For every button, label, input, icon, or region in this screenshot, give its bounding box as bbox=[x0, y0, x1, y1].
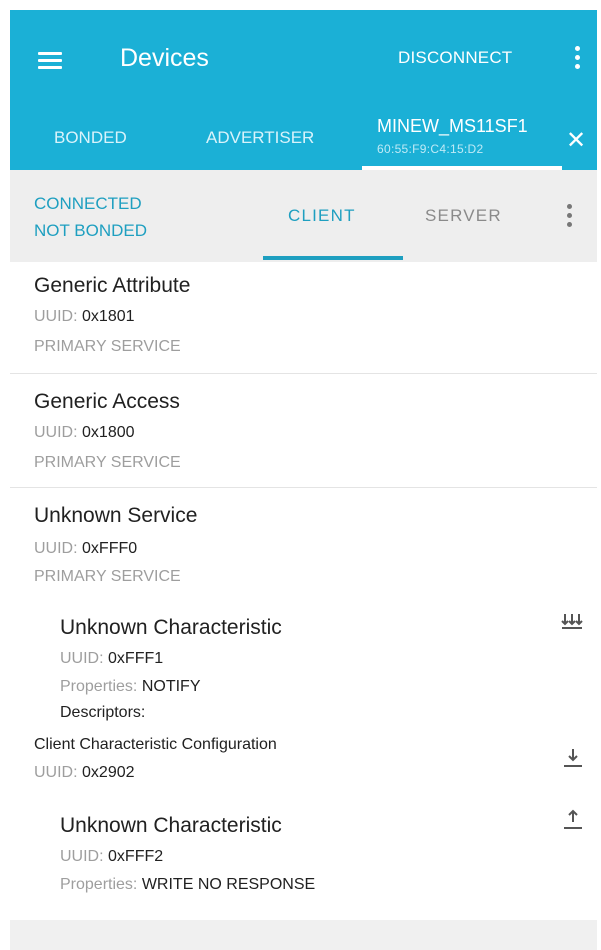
tab-client[interactable]: CLIENT bbox=[288, 206, 356, 226]
characteristic-properties: Properties: WRITE NO RESPONSE bbox=[60, 876, 315, 894]
device-mac: 60:55:F9:C4:15:D2 bbox=[377, 142, 484, 156]
service-uuid: UUID: 0x1800 bbox=[34, 424, 135, 442]
uuid-value: 0x1801 bbox=[82, 308, 135, 325]
uuid-value: 0xFFF2 bbox=[108, 848, 164, 865]
uuid-label: UUID: bbox=[34, 540, 78, 557]
properties-value: WRITE NO RESPONSE bbox=[141, 876, 316, 893]
characteristic-name: Unknown Characteristic bbox=[60, 616, 282, 639]
service-uuid: UUID: 0xFFF0 bbox=[34, 540, 137, 558]
app-bar: Devices DISCONNECT bbox=[10, 10, 597, 108]
connection-bar: CONNECTED NOT BONDED CLIENT SERVER bbox=[10, 170, 597, 262]
service-item[interactable]: Generic Attribute UUID: 0x1801 PRIMARY S… bbox=[10, 262, 597, 374]
uuid-label: UUID: bbox=[60, 848, 104, 865]
uuid-value: 0x2902 bbox=[82, 764, 135, 781]
client-tab-indicator bbox=[263, 256, 403, 260]
descriptors-label: Descriptors: bbox=[60, 704, 146, 721]
uuid-value: 0xFFF1 bbox=[108, 650, 164, 667]
tab-bonded[interactable]: BONDED bbox=[54, 128, 127, 148]
tab-server[interactable]: SERVER bbox=[425, 206, 502, 226]
properties-label: Properties: bbox=[60, 678, 138, 695]
tab-advertiser[interactable]: ADVERTISER bbox=[206, 128, 314, 148]
connection-status: CONNECTED NOT BONDED bbox=[34, 190, 147, 244]
uuid-label: UUID: bbox=[34, 764, 78, 781]
more-vert-icon[interactable] bbox=[567, 204, 573, 230]
service-item[interactable]: Unknown Service UUID: 0xFFF0 PRIMARY SER… bbox=[10, 488, 597, 918]
page-title: Devices bbox=[120, 44, 209, 72]
service-uuid: UUID: 0x1801 bbox=[34, 308, 135, 326]
notify-multiple-icon[interactable] bbox=[560, 612, 584, 630]
characteristic-name: Unknown Characteristic bbox=[60, 814, 282, 837]
uuid-label: UUID: bbox=[34, 308, 78, 325]
service-type: PRIMARY SERVICE bbox=[34, 454, 181, 471]
service-name: Generic Attribute bbox=[34, 274, 191, 297]
descriptor-uuid: UUID: 0x2902 bbox=[34, 764, 135, 782]
uuid-value: 0x1800 bbox=[82, 424, 135, 441]
close-icon[interactable]: ✕ bbox=[566, 126, 586, 155]
characteristic-uuid: UUID: 0xFFF1 bbox=[60, 650, 163, 668]
tab-device[interactable]: MINEW_MS11SF1 60:55:F9:C4:15:D2 bbox=[362, 110, 562, 170]
more-vert-icon[interactable] bbox=[575, 46, 581, 72]
status-connected: CONNECTED bbox=[34, 194, 142, 213]
service-name: Unknown Service bbox=[34, 504, 198, 527]
uuid-value: 0xFFF0 bbox=[82, 540, 138, 557]
read-download-icon[interactable] bbox=[562, 746, 584, 768]
write-upload-icon[interactable] bbox=[562, 808, 584, 830]
bottom-strip bbox=[10, 920, 597, 950]
hamburger-menu-icon[interactable] bbox=[38, 52, 62, 70]
service-type: PRIMARY SERVICE bbox=[34, 338, 181, 355]
service-item[interactable]: Generic Access UUID: 0x1800 PRIMARY SERV… bbox=[10, 374, 597, 488]
service-name: Generic Access bbox=[34, 390, 180, 413]
uuid-label: UUID: bbox=[34, 424, 78, 441]
characteristic-properties: Properties: NOTIFY bbox=[60, 678, 201, 696]
characteristic-uuid: UUID: 0xFFF2 bbox=[60, 848, 163, 866]
service-type: PRIMARY SERVICE bbox=[34, 568, 181, 585]
disconnect-button[interactable]: DISCONNECT bbox=[398, 48, 512, 68]
descriptor-name: Client Characteristic Configuration bbox=[34, 736, 277, 753]
device-tabs: BONDED ADVERTISER MINEW_MS11SF1 60:55:F9… bbox=[10, 108, 597, 170]
status-bond: NOT BONDED bbox=[34, 221, 148, 240]
device-name: MINEW_MS11SF1 bbox=[377, 116, 528, 136]
properties-value: NOTIFY bbox=[141, 678, 201, 695]
uuid-label: UUID: bbox=[60, 650, 104, 667]
properties-label: Properties: bbox=[60, 876, 138, 893]
